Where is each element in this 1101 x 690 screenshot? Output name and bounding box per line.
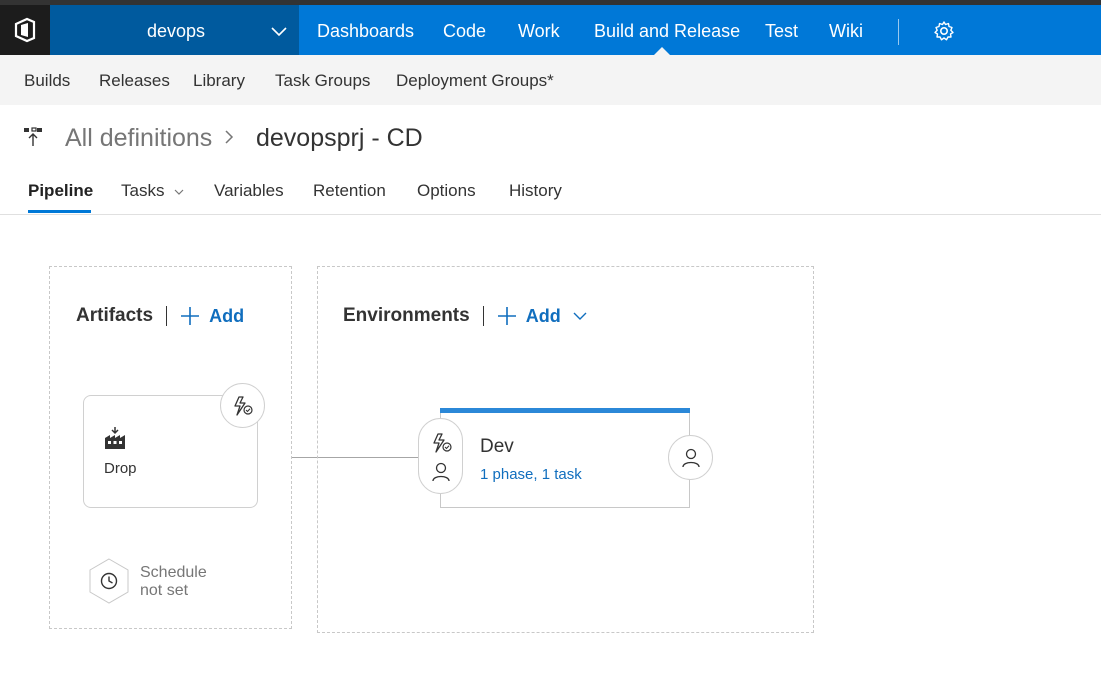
subnav-releases[interactable]: Releases [99,71,170,91]
project-selector[interactable]: devops [50,5,299,55]
tabs-divider [0,214,1101,215]
nav-test[interactable]: Test [765,21,798,42]
build-artifact-icon [105,427,125,449]
nav-separator [898,19,899,45]
environment-phase-task-link[interactable]: 1 phase, 1 task [480,466,582,483]
nav-wiki[interactable]: Wiki [829,21,863,42]
subnav-library[interactable]: Library [193,71,245,91]
release-definition-icon [24,127,42,146]
environments-header: Environments Add [343,305,587,327]
continuous-deployment-trigger[interactable] [220,383,265,428]
environment-name[interactable]: Dev [480,436,514,458]
lightning-check-icon [433,433,452,453]
project-name: devops [147,21,206,41]
tab-tasks[interactable]: Tasks [121,181,184,201]
chevron-down-icon [271,27,287,37]
add-artifact-label: Add [209,305,245,326]
header-separator [482,306,484,326]
active-tab-underline [28,210,91,213]
tab-options[interactable]: Options [417,181,476,201]
nav-dashboards[interactable]: Dashboards [317,21,414,42]
schedule-status[interactable]: Schedule not set [140,564,207,600]
artifact-label: Drop [104,460,137,477]
page-title: devopsprj - CD [256,124,423,152]
environment-card-dev[interactable] [440,408,690,508]
schedule-icon[interactable] [88,558,130,604]
pre-deployment-conditions[interactable] [418,418,463,494]
chevron-down-icon[interactable] [573,311,587,321]
nav-work[interactable]: Work [518,21,560,42]
nav-code[interactable]: Code [443,21,486,42]
header-separator [166,306,168,326]
schedule-line-2: not set [140,582,189,599]
environments-title: Environments [343,305,470,326]
subnav-task-groups[interactable]: Task Groups [275,71,370,91]
chevron-down-icon [174,189,184,195]
tab-history[interactable]: History [509,181,562,201]
vsts-logo-icon [14,17,36,43]
active-nav-indicator [654,47,670,55]
schedule-line-1: Schedule [140,564,207,581]
person-icon [681,448,700,467]
nav-build-and-release[interactable]: Build and Release [594,21,740,42]
person-icon [432,462,450,482]
add-artifact-button[interactable]: Add [180,306,244,327]
tab-variables[interactable]: Variables [214,181,284,201]
artifacts-title: Artifacts [76,305,154,326]
tab-retention[interactable]: Retention [313,181,386,201]
add-environment-button[interactable]: Add [497,306,587,327]
artifacts-header: Artifacts Add [76,305,244,327]
plus-icon [497,307,516,325]
breadcrumb-all-definitions[interactable]: All definitions [65,124,212,153]
tab-tasks-label: Tasks [121,181,165,200]
tab-pipeline[interactable]: Pipeline [28,181,93,201]
add-environment-label: Add [525,305,561,326]
post-deployment-approvals[interactable] [668,435,713,480]
plus-icon [181,307,200,325]
environment-status-bar [440,408,690,413]
vsts-logo[interactable] [0,5,50,55]
lightning-check-icon [233,395,253,416]
chevron-right-icon [225,130,234,144]
gear-icon[interactable] [933,20,955,42]
subnav-builds[interactable]: Builds [24,71,70,91]
subnav-deployment-groups[interactable]: Deployment Groups* [396,71,554,91]
